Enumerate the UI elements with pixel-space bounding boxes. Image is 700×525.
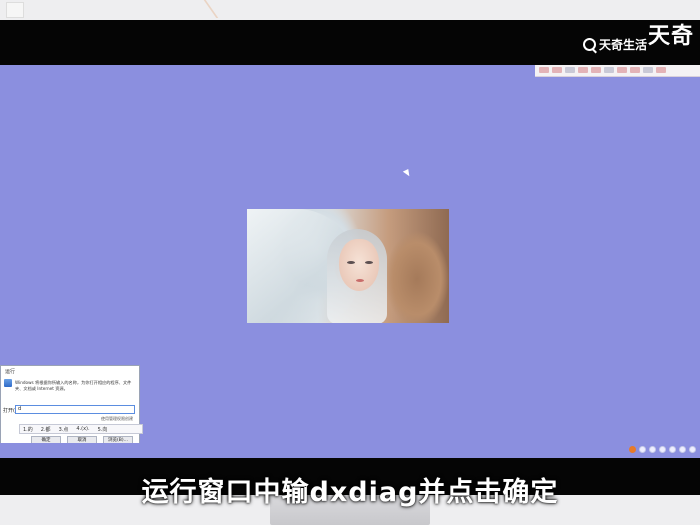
brand-watermark: 天奇生活 [583, 36, 647, 53]
tray-icon[interactable] [669, 446, 676, 453]
brand-label: 天奇生活 [599, 38, 648, 52]
ime-candidate[interactable]: 2.都 [41, 426, 51, 433]
run-dialog-title: 运行 [5, 369, 16, 375]
tray-icon[interactable] [679, 446, 686, 453]
ime-candidate[interactable]: 3.点 [59, 426, 69, 433]
admin-hint: 使用管理权限创建 [101, 416, 133, 421]
run-icon [4, 379, 12, 387]
tray-icon[interactable] [649, 446, 656, 453]
ime-candidate[interactable]: 4.(x). [76, 426, 89, 432]
window-icon [6, 2, 24, 18]
mouse-cursor [402, 169, 412, 178]
tray-icon[interactable] [639, 446, 646, 453]
face-shape [339, 239, 379, 291]
ime-candidate[interactable]: 1.的 [23, 426, 33, 433]
desktop: 运行 Windows 将根据你所输入的名称，为你打开相应的程序、文件夹、文档或 … [0, 65, 700, 458]
eye-right [365, 261, 373, 264]
lips [356, 279, 364, 282]
run-dialog-description: Windows 将根据你所输入的名称，为你打开相应的程序、文件夹、文档或 Int… [15, 380, 132, 391]
ime-candidate[interactable]: 5.向 [98, 426, 108, 433]
ime-icon[interactable] [629, 446, 636, 453]
browser-toolbar-strip [535, 65, 700, 77]
taskbar [0, 443, 700, 458]
subtitle-caption: 运行窗口中输dxdiag并点击确定 [141, 477, 559, 508]
run-command-input[interactable]: d [15, 405, 135, 414]
tray-icon[interactable] [689, 446, 696, 453]
run-dialog: 运行 Windows 将根据你所输入的名称，为你打开相应的程序、文件夹、文档或 … [0, 365, 143, 447]
wallpaper-image [247, 209, 449, 323]
search-icon [583, 38, 596, 51]
system-tray [629, 446, 696, 453]
watermark-text: 天奇 [647, 24, 694, 49]
ime-candidate-bar: 1.的 2.都 3.点 4.(x). 5.向 [19, 424, 143, 434]
tray-icon[interactable] [659, 446, 666, 453]
decorative-line [143, 0, 219, 18]
eye-left [347, 261, 355, 264]
